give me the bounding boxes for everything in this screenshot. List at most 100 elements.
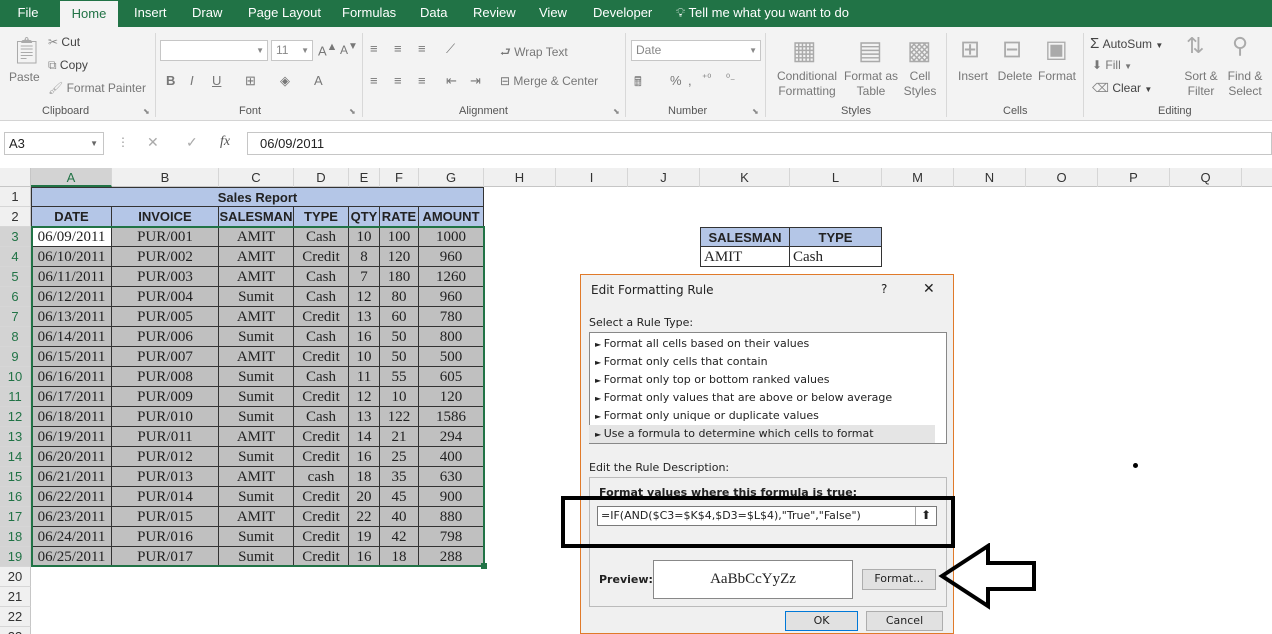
row-header-6[interactable]: 6 (0, 287, 31, 307)
table-cell-salesman[interactable]: AMIT (219, 347, 294, 367)
number-format-combo[interactable]: Date ▼ (631, 40, 761, 61)
table-cell-type[interactable]: Credit (294, 307, 349, 327)
cut-button[interactable]: ✂ Cut (48, 35, 80, 49)
table-cell-rate[interactable]: 60 (380, 307, 419, 327)
table-cell-type[interactable]: cash (294, 467, 349, 487)
table-cell-type[interactable]: Credit (294, 487, 349, 507)
delete-cells-button[interactable]: Delete (994, 69, 1036, 84)
table-cell-amount[interactable]: 630 (419, 467, 484, 487)
table-cell-salesman[interactable]: Sumit (219, 387, 294, 407)
row-header-3[interactable]: 3 (0, 227, 31, 247)
table-cell-invoice[interactable]: PUR/003 (112, 267, 219, 287)
clipboard-launcher-icon[interactable]: ⬊ (143, 107, 150, 116)
paste-button[interactable]: Paste (9, 70, 40, 84)
font-name-combo[interactable]: ▼ (160, 40, 268, 61)
tab-home[interactable]: Home (60, 0, 118, 27)
rule-type-item[interactable]: ► Use a formula to determine which cells… (589, 425, 935, 443)
table-cell-qty[interactable]: 14 (349, 427, 380, 447)
wrap-text-button[interactable]: ⮐ Wrap Text (500, 43, 568, 64)
table-cell-salesman[interactable]: Sumit (219, 527, 294, 547)
merge-center-button[interactable]: ⊟ Merge & Center (500, 74, 598, 88)
criteria-value-type[interactable]: Cash (790, 247, 882, 267)
table-cell-qty[interactable]: 10 (349, 347, 380, 367)
rule-type-item[interactable]: ► Format only top or bottom ranked value… (589, 371, 935, 389)
col-header-n[interactable]: N (954, 168, 1026, 187)
table-cell-type[interactable]: Credit (294, 527, 349, 547)
table-cell-type[interactable]: Cash (294, 267, 349, 287)
format-as-table-button[interactable]: Format as Table (842, 69, 900, 99)
table-cell-date[interactable]: 06/09/2011 (31, 227, 112, 247)
table-cell-date[interactable]: 06/12/2011 (31, 287, 112, 307)
table-cell-qty[interactable]: 18 (349, 467, 380, 487)
table-cell-amount[interactable]: 960 (419, 247, 484, 267)
table-cell-amount[interactable]: 900 (419, 487, 484, 507)
row-header-20[interactable]: 20 (0, 567, 31, 587)
rule-type-item[interactable]: ► Format only cells that contain (589, 353, 935, 371)
underline-icon[interactable]: U (212, 73, 221, 88)
table-cell-invoice[interactable]: PUR/008 (112, 367, 219, 387)
row-header-22[interactable]: 22 (0, 607, 31, 627)
table-cell-rate[interactable]: 122 (380, 407, 419, 427)
table-cell-date[interactable]: 06/22/2011 (31, 487, 112, 507)
criteria-header-type[interactable]: TYPE (790, 227, 882, 247)
table-cell-rate[interactable]: 50 (380, 327, 419, 347)
table-cell-type[interactable]: Cash (294, 287, 349, 307)
table-cell-rate[interactable]: 180 (380, 267, 419, 287)
row-header-11[interactable]: 11 (0, 387, 31, 407)
table-cell-qty[interactable]: 16 (349, 447, 380, 467)
table-cell-invoice[interactable]: PUR/014 (112, 487, 219, 507)
table-cell-invoice[interactable]: PUR/002 (112, 247, 219, 267)
table-cell-qty[interactable]: 7 (349, 267, 380, 287)
col-header-j[interactable]: J (628, 168, 700, 187)
col-header-q[interactable]: Q (1170, 168, 1242, 187)
copy-button[interactable]: ⧉ Copy (48, 58, 88, 73)
table-cell-date[interactable]: 06/19/2011 (31, 427, 112, 447)
row-header-4[interactable]: 4 (0, 247, 31, 267)
table-cell-rate[interactable]: 80 (380, 287, 419, 307)
table-cell-salesman[interactable]: Sumit (219, 447, 294, 467)
comma-icon[interactable]: , (688, 73, 692, 88)
table-cell-qty[interactable]: 19 (349, 527, 380, 547)
align-top-icon[interactable]: ≡ (370, 41, 378, 56)
tab-file[interactable]: File (0, 0, 56, 27)
table-cell-salesman[interactable]: Sumit (219, 487, 294, 507)
table-cell-amount[interactable]: 960 (419, 287, 484, 307)
bold-icon[interactable]: B (166, 73, 175, 88)
table-header-qty[interactable]: QTY (349, 207, 380, 227)
percent-icon[interactable]: % (670, 73, 682, 88)
rule-type-item[interactable]: ► Format all cells based on their values (589, 335, 935, 353)
alignment-launcher-icon[interactable]: ⬊ (613, 107, 620, 116)
grow-font-icon[interactable]: A▲ (318, 41, 337, 58)
tab-developer[interactable]: Developer (593, 0, 652, 27)
col-header-g[interactable]: G (419, 168, 484, 187)
table-cell-qty[interactable]: 16 (349, 547, 380, 567)
table-cell-qty[interactable]: 8 (349, 247, 380, 267)
table-cell-salesman[interactable]: Sumit (219, 547, 294, 567)
col-header-i[interactable]: I (556, 168, 628, 187)
table-cell-salesman[interactable]: AMIT (219, 247, 294, 267)
table-header-invoice[interactable]: INVOICE (112, 207, 219, 227)
fill-button[interactable]: ⬇ Fill ▼ (1092, 58, 1132, 72)
table-header-amount[interactable]: AMOUNT (419, 207, 484, 227)
tab-review[interactable]: Review (473, 0, 516, 27)
align-middle-icon[interactable]: ≡ (394, 41, 402, 56)
table-cell-rate[interactable]: 18 (380, 547, 419, 567)
close-button[interactable]: ✕ (923, 281, 935, 297)
table-cell-salesman[interactable]: Sumit (219, 367, 294, 387)
table-cell-invoice[interactable]: PUR/005 (112, 307, 219, 327)
table-cell-invoice[interactable]: PUR/015 (112, 507, 219, 527)
enter-icon[interactable]: ✓ (186, 134, 198, 151)
col-header-d[interactable]: D (294, 168, 349, 187)
cancel-icon[interactable]: ✕ (147, 134, 159, 151)
col-header-c[interactable]: C (219, 168, 294, 187)
align-right-icon[interactable]: ≡ (418, 73, 426, 88)
table-cell-invoice[interactable]: PUR/001 (112, 227, 219, 247)
table-cell-amount[interactable]: 1260 (419, 267, 484, 287)
table-cell-type[interactable]: Credit (294, 447, 349, 467)
table-cell-date[interactable]: 06/11/2011 (31, 267, 112, 287)
row-header-23[interactable]: 23 (0, 627, 31, 634)
table-cell-type[interactable]: Credit (294, 387, 349, 407)
table-cell-date[interactable]: 06/24/2011 (31, 527, 112, 547)
row-header-16[interactable]: 16 (0, 487, 31, 507)
table-cell-type[interactable]: Cash (294, 227, 349, 247)
